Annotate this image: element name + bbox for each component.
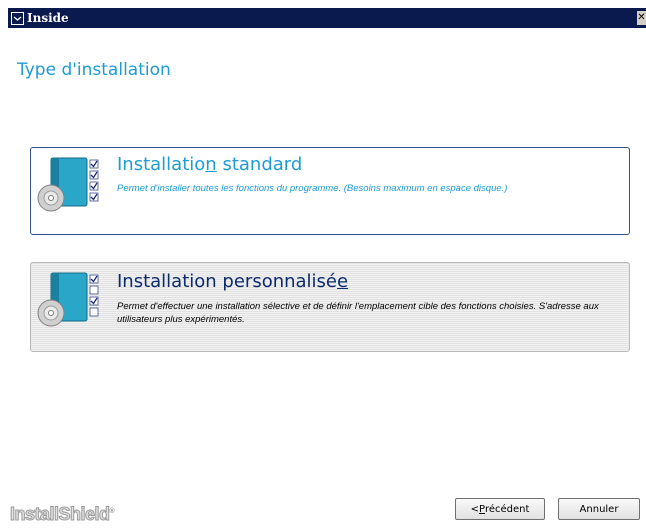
- custom-install-description: Permet d'effectuer une installation séle…: [117, 301, 599, 325]
- close-button[interactable]: ✕: [637, 11, 646, 25]
- cancel-button[interactable]: Annuler: [558, 498, 640, 520]
- custom-install-option[interactable]: Installation personnalisée Permet d'effe…: [30, 262, 630, 352]
- custom-install-title: Installation personnalisée: [117, 271, 349, 292]
- previous-button[interactable]: < Précédent: [455, 498, 545, 520]
- standard-install-icon: [37, 156, 101, 214]
- standard-install-title: Installation standard: [117, 154, 303, 175]
- window-titlebar[interactable]: Inside ✕: [8, 8, 646, 28]
- standard-install-description: Permet d'installer toutes les fonctions …: [117, 183, 508, 194]
- custom-install-icon: [37, 271, 101, 329]
- installer-window-icon: [11, 11, 24, 25]
- standard-install-option[interactable]: Installation standard Permet d'installer…: [30, 147, 630, 235]
- window-title: Inside: [27, 11, 69, 25]
- installshield-logo: InstallShield®: [10, 504, 115, 525]
- page-title: Type d'installation: [17, 60, 171, 80]
